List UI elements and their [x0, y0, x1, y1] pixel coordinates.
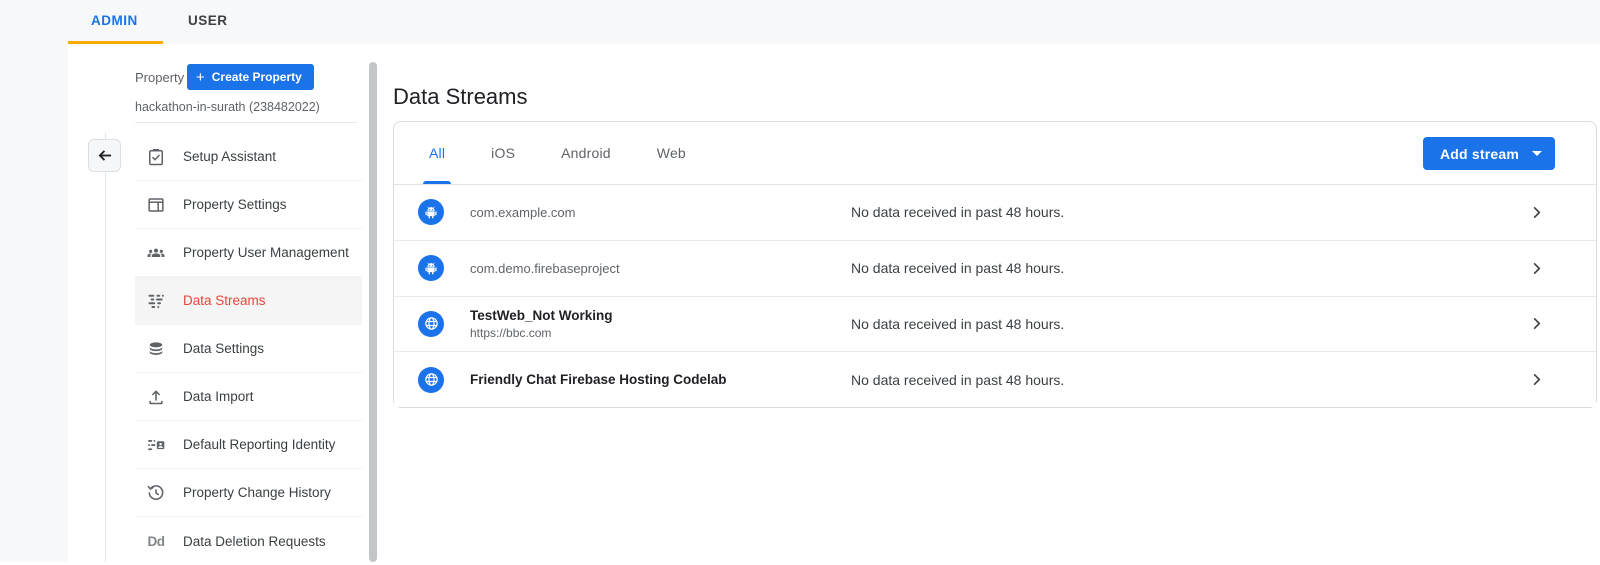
- stream-row[interactable]: Friendly Chat Firebase Hosting Codelab N…: [394, 352, 1596, 407]
- property-menu: Setup Assistant Property Settings Proper…: [135, 133, 362, 565]
- stream-row[interactable]: com.example.com No data received in past…: [394, 185, 1596, 241]
- database-icon: [146, 339, 166, 359]
- sidebar-item-property-settings[interactable]: Property Settings: [135, 181, 362, 229]
- sidebar-scrollbar[interactable]: [369, 62, 377, 562]
- sidebar-item-data-streams[interactable]: Data Streams: [135, 277, 362, 325]
- chevron-right-icon: [1529, 316, 1544, 331]
- identity-card-icon: [146, 435, 166, 455]
- sidebar-item-label: Property Settings: [183, 197, 287, 212]
- people-icon: [146, 243, 166, 263]
- stream-status: No data received in past 48 hours.: [851, 204, 1064, 220]
- property-settings-icon: [146, 195, 166, 215]
- stream-status: No data received in past 48 hours.: [851, 372, 1064, 388]
- sidebar-item-label: Default Reporting Identity: [183, 437, 335, 452]
- sidebar-item-data-deletion-requests[interactable]: Dd Data Deletion Requests: [135, 517, 362, 565]
- stream-name: Friendly Chat Firebase Hosting Codelab: [470, 372, 851, 387]
- sidebar-item-property-change-history[interactable]: Property Change History: [135, 469, 362, 517]
- stream-name: com.example.com: [470, 205, 851, 220]
- sidebar-item-label: Property Change History: [183, 485, 331, 500]
- arrow-left-icon: [96, 147, 113, 164]
- sidebar-item-property-user-management[interactable]: Property User Management: [135, 229, 362, 277]
- chevron-down-icon: [1532, 151, 1542, 156]
- sidebar-item-data-settings[interactable]: Data Settings: [135, 325, 362, 373]
- property-column-label: Property: [135, 70, 184, 85]
- add-stream-button[interactable]: Add stream: [1423, 137, 1555, 170]
- stream-row[interactable]: com.demo.firebaseproject No data receive…: [394, 241, 1596, 297]
- sidebar-item-data-import[interactable]: Data Import: [135, 373, 362, 421]
- web-globe-icon: [418, 367, 444, 393]
- dd-icon: Dd: [146, 531, 166, 551]
- collapse-column-button[interactable]: [88, 139, 121, 172]
- web-globe-icon: [418, 311, 444, 337]
- setup-assistant-icon: [146, 147, 166, 167]
- sidebar-divider: [135, 122, 357, 123]
- stream-row[interactable]: TestWeb_Not Working https://bbc.com No d…: [394, 297, 1596, 353]
- history-icon: [146, 483, 166, 503]
- chevron-right-icon: [1529, 205, 1544, 220]
- upload-icon: [146, 387, 166, 407]
- android-icon: [418, 199, 444, 225]
- data-streams-card: All iOS Android Web Add stream com.exam: [393, 121, 1597, 408]
- page-title: Data Streams: [393, 84, 528, 110]
- sidebar-item-label: Data Import: [183, 389, 254, 404]
- chevron-right-icon: [1529, 372, 1544, 387]
- stream-name: TestWeb_Not Working: [470, 308, 851, 323]
- plus-icon: +: [196, 70, 205, 85]
- stream-filter-bar: All iOS Android Web Add stream: [394, 122, 1596, 185]
- chevron-right-icon: [1529, 261, 1544, 276]
- tab-android[interactable]: Android: [538, 122, 634, 184]
- stream-status: No data received in past 48 hours.: [851, 260, 1064, 276]
- sidebar-item-label: Setup Assistant: [183, 149, 276, 164]
- tab-admin[interactable]: ADMIN: [91, 13, 138, 28]
- stream-list: com.example.com No data received in past…: [394, 185, 1596, 407]
- sidebar-item-label: Data Streams: [183, 293, 266, 308]
- stream-status: No data received in past 48 hours.: [851, 316, 1064, 332]
- sidebar-item-setup-assistant[interactable]: Setup Assistant: [135, 133, 362, 181]
- sidebar-item-label: Data Deletion Requests: [183, 534, 326, 549]
- column-divider: [105, 133, 106, 562]
- stream-url: https://bbc.com: [470, 326, 851, 340]
- top-bar: ADMIN USER: [0, 0, 1600, 44]
- sidebar-item-default-reporting-identity[interactable]: Default Reporting Identity: [135, 421, 362, 469]
- create-property-button[interactable]: + Create Property: [187, 64, 314, 90]
- property-selector[interactable]: hackathon-in-surath (238482022): [135, 100, 320, 114]
- left-rail: [0, 44, 68, 562]
- tab-web[interactable]: Web: [634, 122, 709, 184]
- tab-all[interactable]: All: [406, 122, 468, 184]
- android-icon: [418, 255, 444, 281]
- sidebar-item-label: Property User Management: [183, 245, 349, 260]
- tab-ios[interactable]: iOS: [468, 122, 538, 184]
- stream-name: com.demo.firebaseproject: [470, 261, 851, 276]
- sidebar-item-label: Data Settings: [183, 341, 264, 356]
- tab-user[interactable]: USER: [188, 13, 228, 28]
- data-streams-icon: [146, 291, 166, 311]
- admin-tab-underline: [68, 41, 163, 44]
